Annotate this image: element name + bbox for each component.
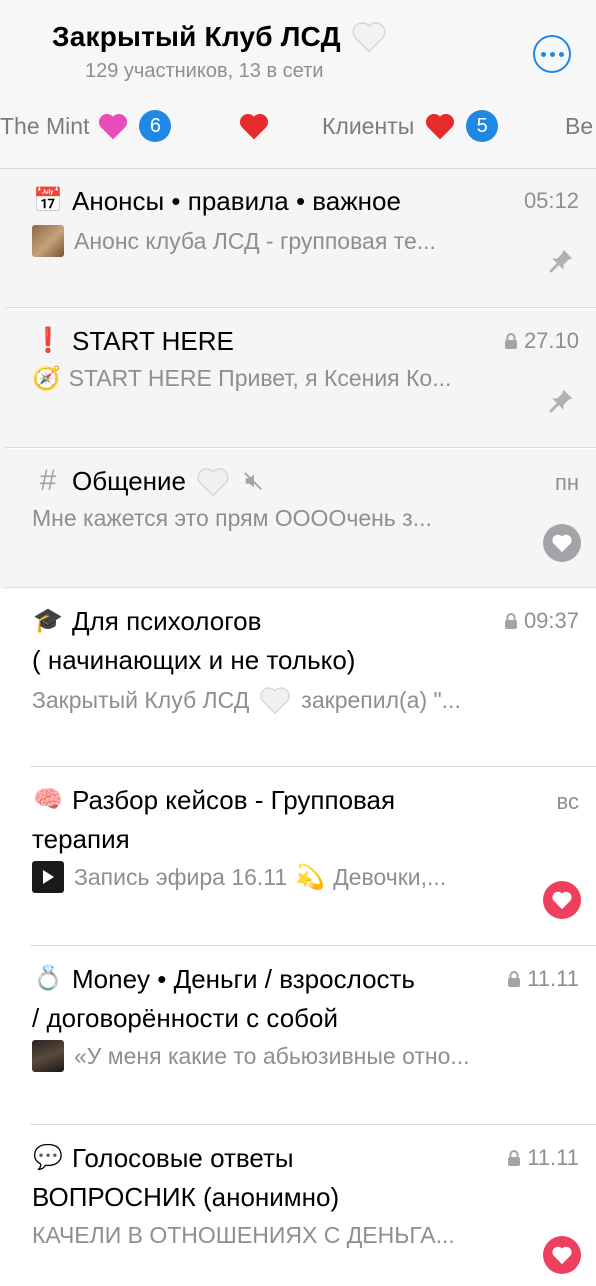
topic-time: 05:12 [523,188,579,213]
unread-badge: 6 [139,110,172,142]
folder-tabs: The Mint 6 Клиенты 5 Ве [0,106,596,146]
topic-preview-tail: закрепил(а) "... [301,686,461,713]
topic-time: 11.11 [527,1145,579,1170]
calendar-icon: 📅 [33,187,63,214]
compass-icon: 🧭 [32,365,61,391]
tab-the-mint[interactable]: The Mint 6 [0,106,172,146]
title-row[interactable]: Закрытый Клуб ЛСД [52,20,387,53]
topic-row[interactable]: # Общение пн Мне кажется это прям ОООOче… [0,449,596,588]
chat-header: Закрытый Клуб ЛСД 129 участников, 13 в с… [0,0,596,169]
topic-title: START HERE [72,326,234,356]
topic-row[interactable]: 📅 Анонсы • правила • важное 05:12 Анонс … [0,169,596,308]
lock-icon [504,612,517,629]
topic-time: 09:37 [523,608,579,633]
topic-row[interactable]: 💍 Money • Деньги / взрослость / договорё… [0,947,596,1125]
topic-preview: Мне кажется это прям ОООOчень з... [32,505,432,531]
topic-time: 11.11 [527,966,579,991]
topic-title-line2: ( начинающих и не только) [32,645,356,675]
speech-bubble-icon: 💬 [33,1144,63,1171]
red-heart-icon [239,113,269,140]
white-heart-icon [352,22,386,53]
lock-icon [508,970,521,987]
topic-title: Разбор кейсов - Групповая [72,785,396,815]
topic-title: Money • Деньги / взрослость [72,964,415,994]
topic-preview-tail: Девочки,... [333,863,447,890]
topic-title-line2: / договорённости с собой [32,1003,339,1033]
reaction-heart-icon[interactable] [543,524,581,562]
white-heart-icon [260,687,290,715]
topic-time: вс [556,789,579,814]
red-heart-icon [426,113,455,140]
unread-badge: 5 [466,110,499,142]
topic-time: 27.10 [523,328,579,353]
pin-icon [549,389,573,413]
brain-icon: 🧠 [33,786,63,813]
tab-more[interactable]: Ве [565,106,593,146]
topic-title: Анонсы • правила • важное [72,186,401,216]
preview-thumbnail [32,225,64,257]
graduation-cap-icon: 🎓 [33,607,63,634]
lock-icon [504,332,517,349]
topic-title: Для психологов [72,606,262,636]
exclamation-icon: ❗ [33,327,63,354]
topic-preview: Запись эфира 16.11 [74,863,288,890]
pink-heart-icon [99,113,128,140]
muted-icon [244,472,262,490]
photo-thumbnail [32,1040,64,1072]
tab-heart[interactable] [238,106,270,146]
topic-preview: Анонс клуба ЛСД - групповая те... [74,227,436,254]
topic-preview: «У меня какие то абьюзивные отно... [74,1042,470,1069]
reaction-heart-icon[interactable] [543,881,581,919]
topic-title-line2: ВОПРОСНИК (анонимно) [32,1182,340,1212]
more-options-button[interactable] [533,35,571,73]
white-heart-icon [197,467,229,497]
pin-icon [549,249,573,273]
topic-time: пн [554,470,579,495]
topic-title: Общение [72,466,187,496]
group-title: Закрытый Клуб ЛСД [52,20,341,52]
tab-clients[interactable]: Клиенты 5 [322,106,499,146]
topic-preview: КАЧЕЛИ В ОТНОШЕНИЯХ С ДЕНЬГА... [32,1222,455,1248]
topic-title: Голосовые ответы [72,1143,294,1173]
dizzy-star-icon: 💫 [295,863,326,891]
topic-row[interactable]: 🎓 Для психологов ( начинающих и не тольк… [0,589,596,767]
hashtag-icon: # [39,464,57,497]
topic-preview: Закрытый Клуб ЛСД [32,686,250,713]
reaction-heart-icon[interactable] [543,1236,581,1274]
topic-row[interactable]: ❗ START HERE 27.10 🧭 START HERE Привет, … [0,309,596,448]
lock-icon [508,1149,521,1166]
video-thumbnail [32,861,64,893]
topic-row[interactable]: 💬 Голосовые ответы ВОПРОСНИК (анонимно) … [0,1126,596,1286]
topic-row[interactable]: 🧠 Разбор кейсов - Групповая терапия вс З… [0,768,596,946]
topic-title-line2: терапия [32,824,130,854]
member-count: 129 участников, 13 в сети [85,60,324,82]
topic-preview: START HERE Привет, я Ксения Ко... [68,365,452,391]
ring-icon: 💍 [33,965,63,992]
